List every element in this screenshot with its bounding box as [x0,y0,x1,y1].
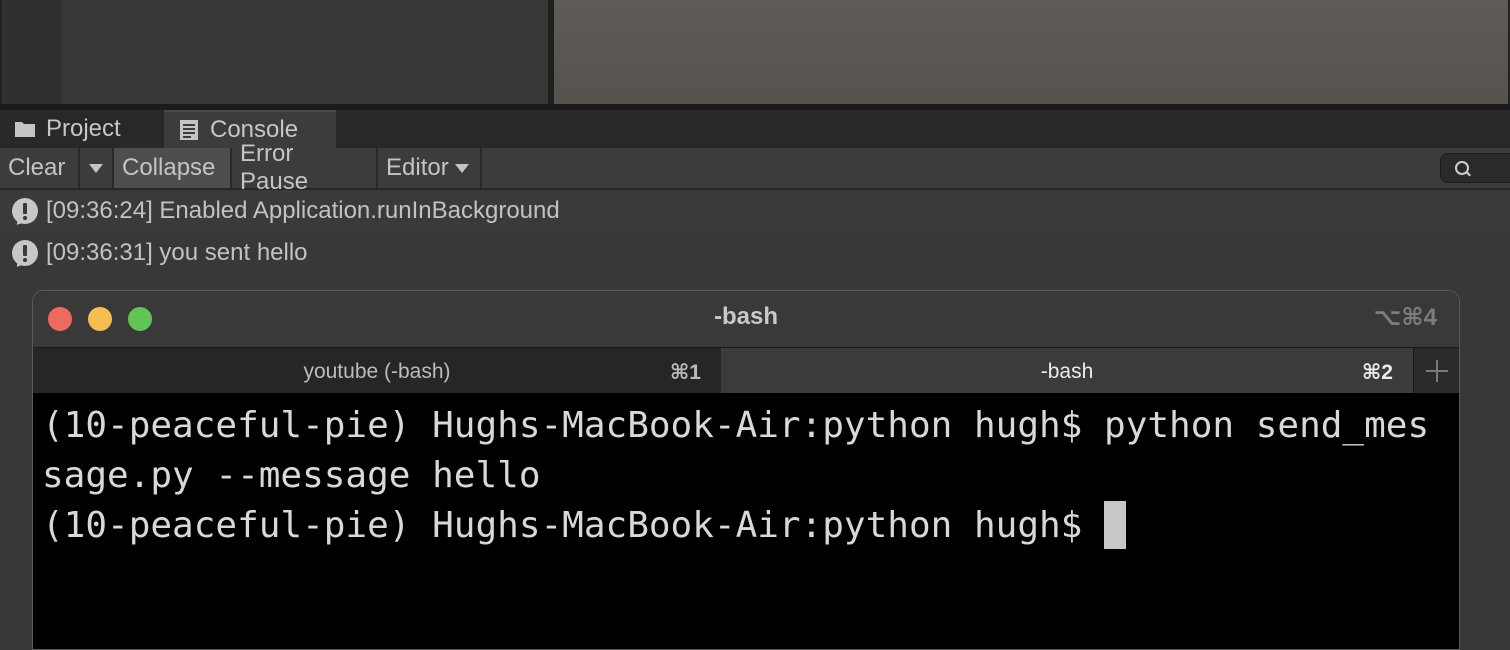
hierarchy-panel[interactable] [62,0,548,106]
log-entry-text: [09:36:24] Enabled Application.runInBack… [46,197,560,224]
terminal-output[interactable]: (10-peaceful-pie) Hughs-MacBook-Air:pyth… [33,393,1459,649]
new-tab-button[interactable] [1413,348,1459,394]
clear-dropdown-button[interactable] [80,148,114,188]
console-search-input[interactable] [1440,153,1510,183]
terminal-tab-shortcut: ⌘1 [669,361,701,384]
warning-icon [12,198,38,229]
clear-button[interactable]: Clear [0,148,80,188]
terminal-tab-shortcut: ⌘2 [1361,361,1393,384]
scene-view[interactable] [554,0,1510,106]
terminal-tab-youtube[interactable]: youtube (-bash) ⌘1 [33,348,721,394]
console-icon [180,120,198,140]
terminal-title: -bash [713,303,778,330]
folder-icon [15,122,35,137]
warning-icon [12,240,38,271]
error-pause-button[interactable]: Error Pause [232,140,378,195]
terminal-line: (10-peaceful-pie) Hughs-MacBook-Air:pyth… [42,405,1430,446]
editor-dropdown[interactable]: Editor [378,148,482,188]
terminal-prompt-line[interactable]: (10-peaceful-pie) Hughs-MacBook-Air:pyth… [42,501,1127,551]
console-toolbar: Clear Collapse Error Pause Editor [0,140,1510,195]
chevron-down-icon [89,163,103,173]
editor-dropdown-label: Editor [386,154,449,181]
terminal-titlebar[interactable]: -bash ⌥⌘4 [33,291,1459,347]
collapse-button[interactable]: Collapse [114,148,232,188]
window-shortcut: ⌥⌘4 [1373,304,1437,331]
tab-project-label: Project [46,115,121,142]
terminal-prompt: (10-peaceful-pie) Hughs-MacBook-Air:pyth… [42,505,1105,546]
toolbar-strip [0,0,62,106]
tab-project[interactable]: Project [0,110,162,148]
terminal-tab-label: -bash [1040,360,1094,383]
terminal-window[interactable]: -bash ⌥⌘4 youtube (-bash) ⌘1 -bash ⌘2 (1… [32,290,1460,650]
tab-bar: Project Console [0,110,1510,148]
terminal-tab-bar: youtube (-bash) ⌘1 -bash ⌘2 [33,347,1459,394]
log-entry-text: [09:36:31] you sent hello [46,239,308,266]
terminal-tab-bash[interactable]: -bash ⌘2 [721,348,1413,394]
log-entry[interactable]: [09:36:31] you sent hello [0,232,1510,274]
chevron-down-icon [454,163,469,173]
terminal-line: sage.py --message hello [42,455,541,496]
terminal-tab-label: youtube (-bash) [303,360,451,383]
log-entry[interactable]: [09:36:24] Enabled Application.runInBack… [0,190,1510,232]
search-icon [1455,161,1469,175]
text-cursor [1104,501,1127,549]
